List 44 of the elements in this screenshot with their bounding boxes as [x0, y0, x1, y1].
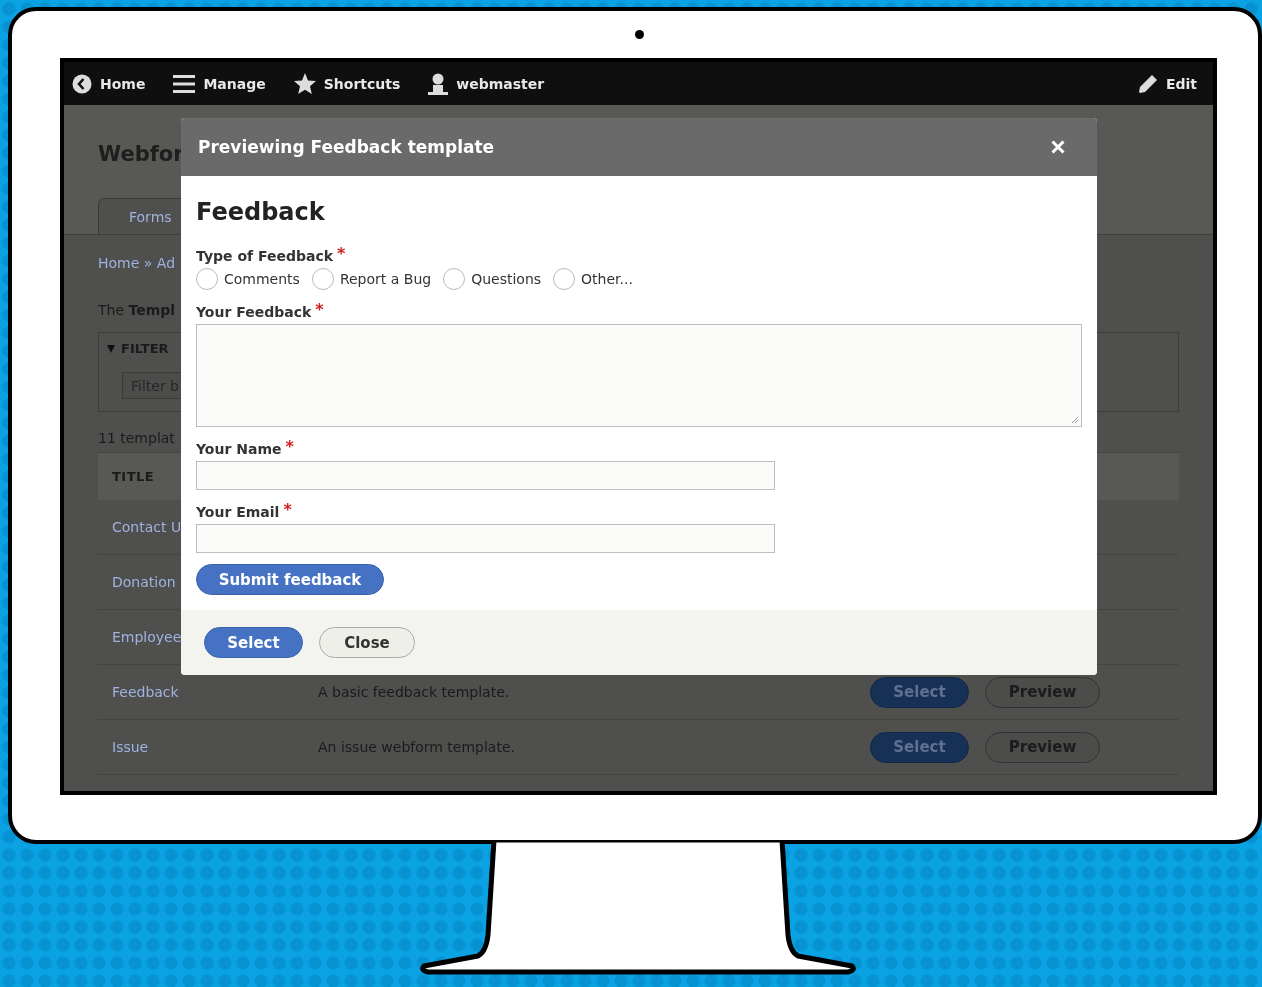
edit-link[interactable]: Edit	[1137, 73, 1197, 94]
radio-label[interactable]: Other...	[581, 271, 633, 287]
camera-dot	[634, 29, 644, 39]
breadcrumb[interactable]: Home » Ad	[98, 255, 176, 275]
toolbar-link[interactable]: Home	[72, 73, 146, 94]
field-label: Your Email	[196, 504, 280, 520]
required-mark: *	[337, 244, 346, 263]
submit-button[interactable]: Submit feedback	[196, 564, 384, 595]
field-label: Your Feedback	[196, 304, 312, 320]
text-field[interactable]	[196, 461, 775, 490]
radio-button[interactable]	[311, 268, 334, 290]
close-icon[interactable]	[1051, 140, 1065, 154]
radio-button[interactable]	[196, 268, 218, 290]
column-header: TITLE	[112, 469, 155, 484]
field-label: Type of Feedback	[196, 248, 334, 264]
star-icon	[293, 73, 316, 94]
toolbar-link[interactable]: webmaster	[428, 72, 545, 95]
radio-label[interactable]: Questions	[471, 271, 542, 287]
required-mark: *	[285, 437, 294, 456]
menu-icon	[173, 73, 196, 94]
dialog-title: Previewing Feedback template	[198, 137, 495, 157]
radio-label[interactable]: Comments	[224, 271, 300, 287]
text-field[interactable]	[196, 524, 775, 553]
user-icon	[428, 72, 449, 95]
radio-button[interactable]	[553, 268, 576, 290]
select-button[interactable]: Select	[870, 731, 969, 763]
select-button[interactable]: Select	[870, 676, 969, 708]
feedback-field[interactable]	[196, 324, 1082, 427]
toolbar-link[interactable]: Manage	[173, 73, 266, 94]
radio-label[interactable]: Report a Bug	[339, 271, 432, 287]
form-heading: Feedback	[196, 198, 326, 226]
radio-button[interactable]	[443, 268, 466, 290]
template-link[interactable]: Feedback	[112, 684, 318, 700]
required-mark: *	[283, 500, 292, 519]
resize-grip-icon	[1071, 416, 1079, 424]
page-title: Webfor	[98, 142, 184, 166]
select-button[interactable]: Select	[204, 627, 303, 658]
template-link[interactable]: Issue	[112, 739, 318, 755]
toolbar-link[interactable]: Shortcuts	[293, 73, 401, 94]
close-button[interactable]: Close	[319, 627, 415, 658]
field-label: Your Name	[196, 441, 282, 457]
pencil-icon	[1137, 73, 1158, 94]
back-icon	[72, 73, 92, 94]
required-mark: *	[315, 300, 324, 319]
